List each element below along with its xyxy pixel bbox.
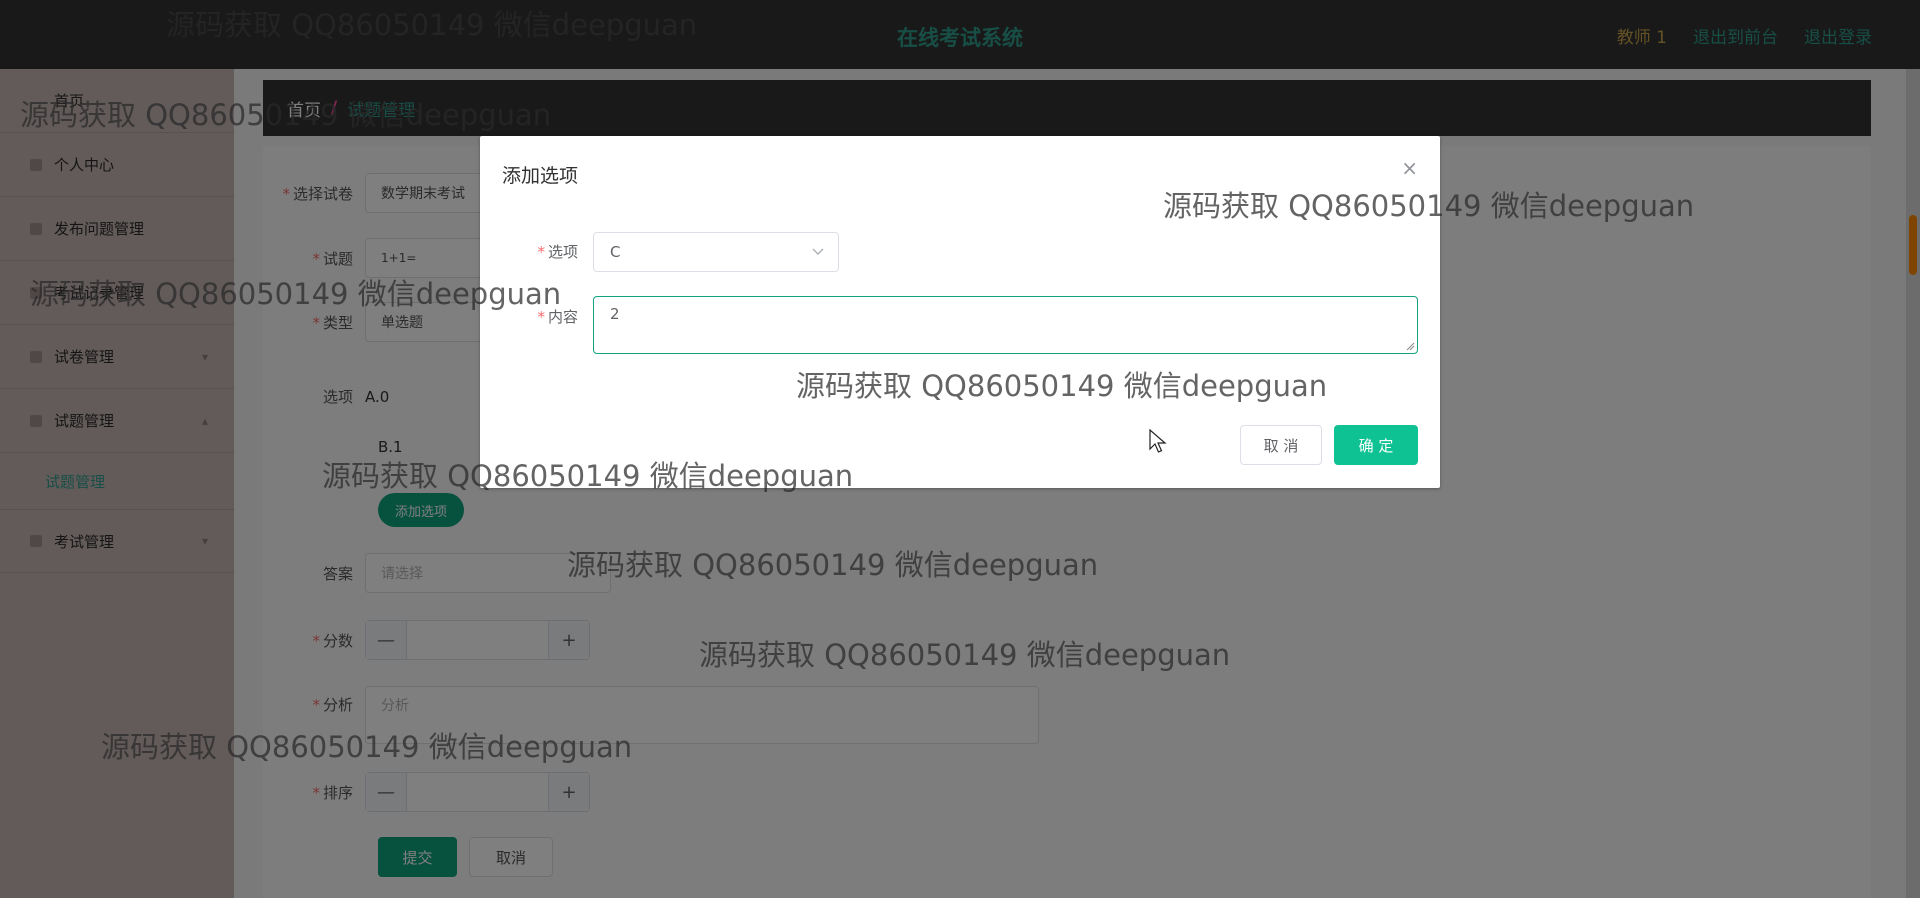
dialog-cancel-button[interactable]: 取 消 (1240, 425, 1322, 465)
mouse-pointer-icon (1149, 429, 1167, 453)
dialog-title: 添加选项 (502, 165, 579, 187)
option-select[interactable]: C (593, 232, 839, 272)
add-option-dialog: 添加选项 × * 选项 C * 内容 2 取 消 确 定 (480, 136, 1440, 488)
dialog-ok-button[interactable]: 确 定 (1334, 425, 1418, 465)
chevron-down-icon (810, 243, 826, 263)
content-label: 内容 (547, 308, 578, 326)
resize-grip-icon[interactable] (1406, 342, 1415, 351)
close-icon[interactable]: × (1401, 156, 1418, 180)
option-select-value: C (610, 243, 621, 261)
option-label: 选项 (547, 243, 578, 261)
content-textarea[interactable]: 2 (593, 296, 1418, 354)
content-value: 2 (610, 305, 620, 323)
